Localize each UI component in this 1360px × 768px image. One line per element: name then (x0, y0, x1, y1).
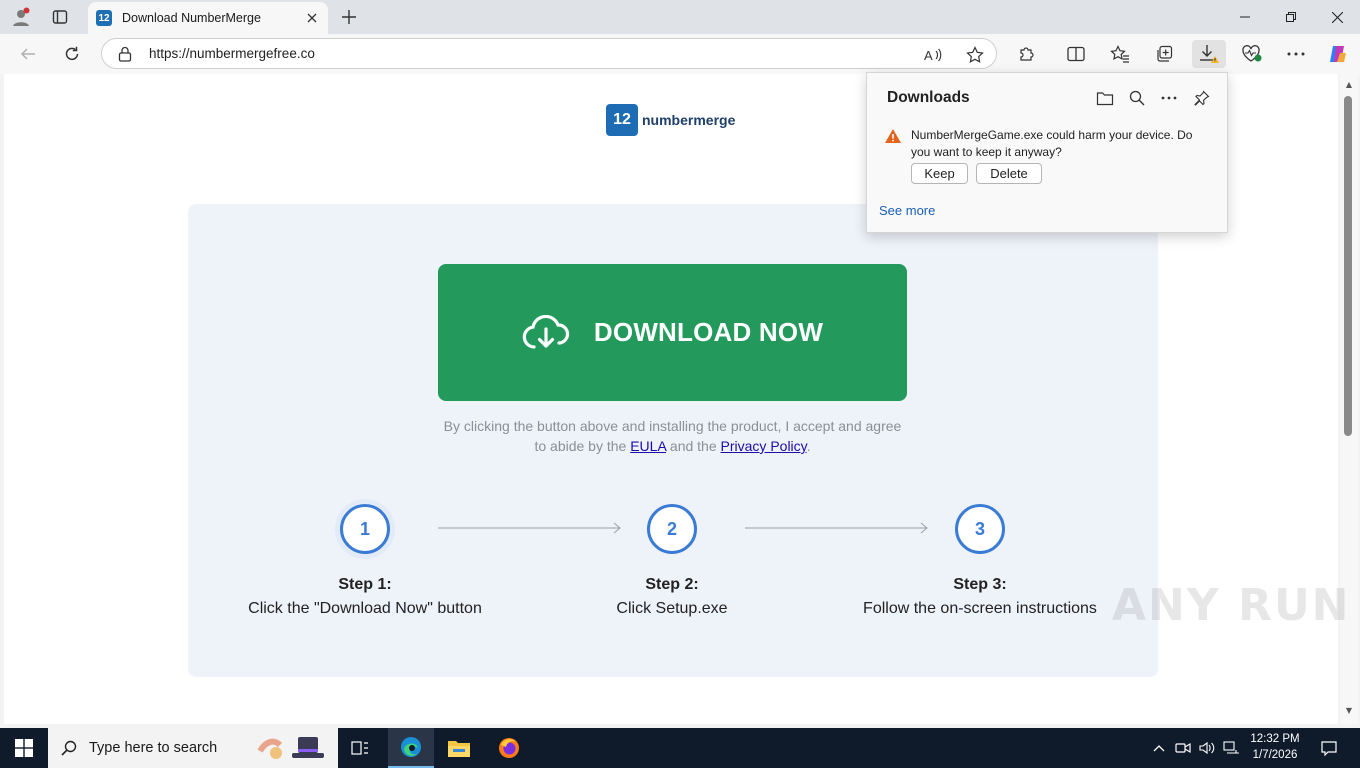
svg-text:A: A (924, 48, 933, 63)
privacy-policy-link[interactable]: Privacy Policy (721, 438, 807, 454)
scroll-up-icon[interactable]: ▲ (1344, 80, 1354, 90)
network-icon[interactable] (1220, 728, 1242, 768)
file-explorer-icon[interactable] (436, 728, 482, 768)
numbermerge-favicon: 12 (96, 10, 112, 26)
new-tab-button[interactable] (337, 5, 361, 29)
download-icon[interactable] (1192, 40, 1226, 68)
search-highlight-icon (254, 731, 334, 765)
step-number: 1 (340, 504, 390, 554)
heart-pulse-icon[interactable] (1237, 40, 1267, 68)
scroll-down-icon[interactable]: ▼ (1344, 706, 1354, 716)
restore-button[interactable] (1268, 0, 1314, 34)
more-icon[interactable] (1281, 40, 1311, 68)
step-3: 3 Step 3: Follow the on-screen instructi… (830, 504, 1130, 618)
step-title: Step 1: (338, 576, 392, 593)
chevron-up-icon[interactable] (1148, 728, 1170, 768)
tab-strip: 12 Download NumberMerge (0, 0, 1360, 34)
step-description: Click the "Download Now" button (248, 600, 482, 617)
terms-text: By clicking the button above and install… (438, 416, 907, 456)
tab-title: Download NumberMerge (122, 11, 261, 25)
delete-button[interactable]: Delete (976, 163, 1042, 184)
cloud-download-icon (522, 314, 570, 351)
close-window-button[interactable] (1314, 0, 1360, 34)
firefox-icon[interactable] (486, 728, 532, 768)
search-placeholder: Type here to search (89, 740, 218, 756)
step-description: Click Setup.exe (616, 600, 728, 617)
address-bar[interactable]: https://numbermergefree.co A (101, 38, 997, 69)
tab-actions-icon[interactable] (47, 5, 73, 29)
copilot-icon[interactable] (1323, 40, 1353, 68)
download-warning-message: NumberMergeGame.exe could harm your devi… (911, 128, 1193, 159)
eula-link[interactable]: EULA (630, 438, 666, 454)
download-now-label: DOWNLOAD NOW (593, 317, 824, 347)
step-title: Step 3: (953, 576, 1007, 593)
favorites-icon[interactable] (1105, 40, 1135, 68)
download-panel: DOWNLOAD NOW By clicking the button abov… (188, 204, 1158, 677)
search-icon[interactable] (1126, 87, 1148, 109)
warning-icon (884, 128, 902, 144)
keep-button[interactable]: Keep (911, 163, 968, 184)
lock-icon[interactable] (118, 46, 132, 62)
download-now-button[interactable]: DOWNLOAD NOW (438, 264, 907, 401)
puzzle-icon[interactable] (1012, 40, 1042, 68)
clock-date: 1/7/2026 (1252, 749, 1298, 761)
minimize-button[interactable] (1222, 0, 1268, 34)
notifications-icon[interactable] (1314, 728, 1344, 768)
step-number: 2 (647, 504, 697, 554)
step-title: Step 2: (645, 576, 699, 593)
back-button[interactable] (14, 40, 42, 68)
meet-now-icon[interactable] (1172, 728, 1194, 768)
terms-after: . (806, 438, 811, 454)
logo-mark: 12 (606, 104, 638, 136)
url-text[interactable]: https://numbermergefree.co (149, 46, 315, 61)
windows-start-icon[interactable] (0, 728, 48, 768)
folder-icon[interactable] (1094, 87, 1116, 109)
taskbar-clock[interactable]: 12:32 PM 1/7/2026 (1240, 731, 1310, 763)
collections-icon[interactable] (1149, 40, 1179, 68)
edge-taskbar-icon[interactable] (388, 728, 434, 768)
numbermerge-logo[interactable]: 12 numbermerge (606, 104, 735, 136)
profile-icon[interactable] (8, 5, 34, 29)
star-icon[interactable] (964, 44, 986, 66)
see-more-link[interactable]: See more (879, 203, 935, 218)
task-view-icon[interactable] (341, 728, 379, 768)
clock-time: 12:32 PM (1250, 733, 1300, 745)
refresh-button[interactable] (58, 40, 86, 68)
close-tab-icon[interactable] (302, 8, 322, 28)
read-aloud-icon[interactable]: A (922, 44, 944, 66)
step-number: 3 (955, 504, 1005, 554)
browser-tab[interactable]: 12 Download NumberMerge (88, 2, 328, 34)
downloads-flyout: Downloads NumberMergeGame.exe could harm… (866, 72, 1228, 233)
search-icon (61, 740, 77, 756)
split-screen-icon[interactable] (1061, 40, 1091, 68)
downloads-title: Downloads (887, 89, 970, 106)
terms-middle: and the (666, 438, 721, 454)
browser-toolbar: https://numbermergefree.co A (0, 34, 1360, 74)
pin-icon[interactable] (1191, 87, 1213, 109)
volume-icon[interactable] (1196, 728, 1218, 768)
logo-name: numbermerge (642, 112, 736, 128)
more-options-icon[interactable] (1158, 87, 1180, 109)
scrollbar-thumb[interactable] (1344, 96, 1352, 436)
step-description: Follow the on-screen instructions (863, 600, 1097, 617)
anyrun-watermark: ANY RUN (1112, 580, 1351, 631)
taskbar: Type here to search 12:32 PM 1/7/2026 (0, 728, 1360, 768)
taskbar-search-box[interactable]: Type here to search (48, 728, 338, 768)
